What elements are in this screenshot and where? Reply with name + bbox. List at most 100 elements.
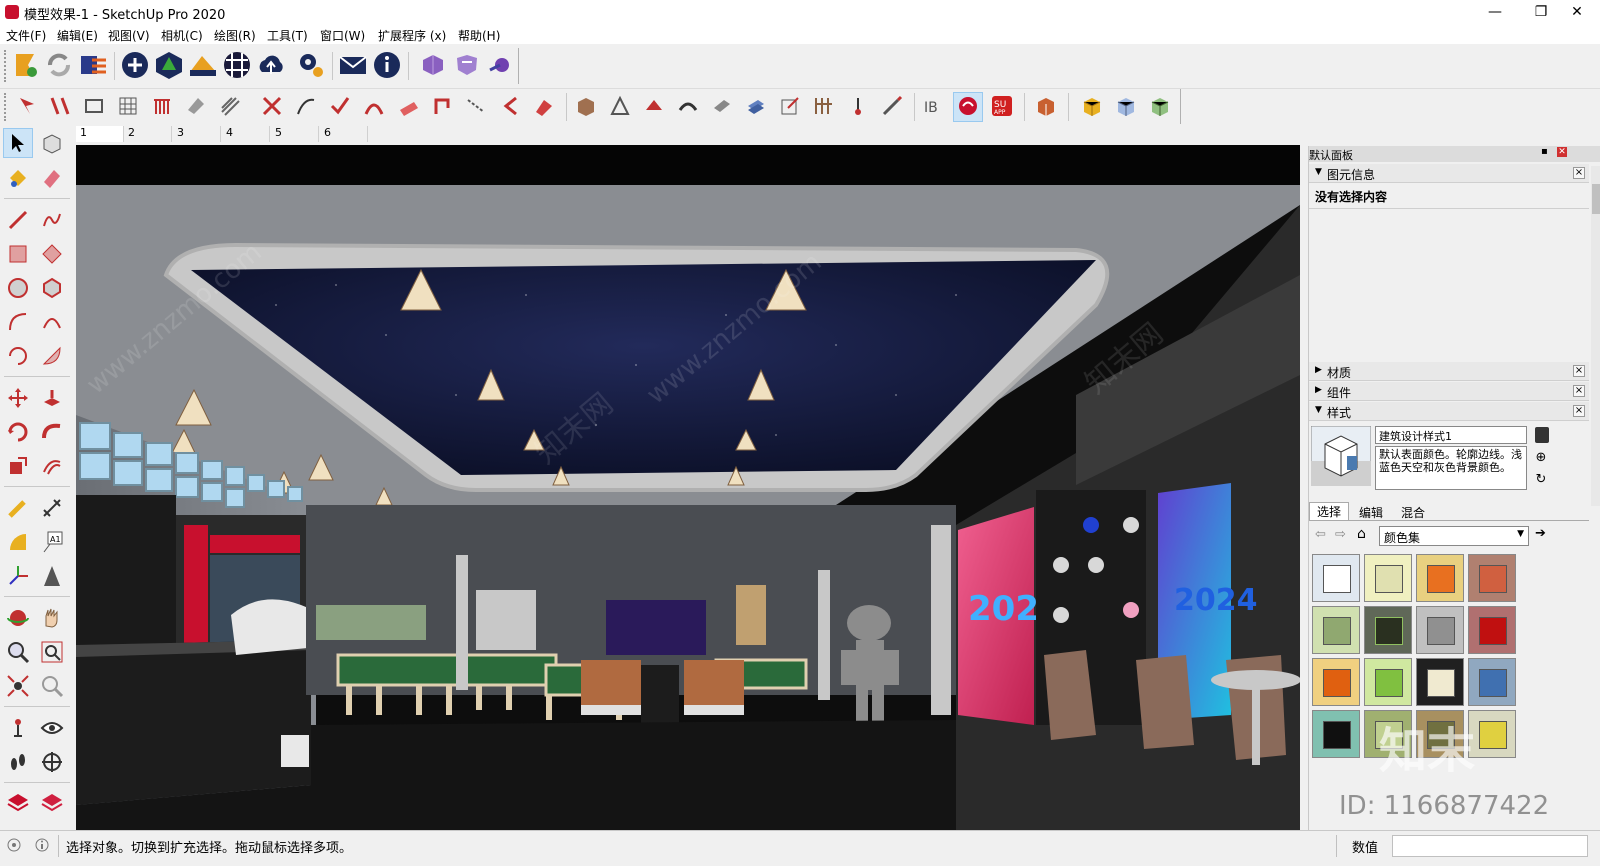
polygon-icon[interactable] bbox=[40, 276, 64, 300]
select-arrow-icon[interactable] bbox=[6, 131, 30, 155]
flip-icon[interactable] bbox=[48, 94, 72, 118]
scene-tab[interactable]: 5 bbox=[271, 126, 319, 142]
two-point-arc-icon[interactable] bbox=[40, 310, 64, 334]
style-swatch[interactable] bbox=[1416, 606, 1464, 654]
menu-draw[interactable]: 绘图(R) bbox=[214, 27, 256, 44]
style-swatch[interactable] bbox=[1468, 710, 1516, 758]
style-swatch[interactable] bbox=[1312, 658, 1360, 706]
transform-icon[interactable] bbox=[778, 94, 802, 118]
pyramid-icon[interactable] bbox=[608, 94, 632, 118]
tape-measure-icon[interactable] bbox=[6, 496, 30, 520]
geo-location-icon[interactable] bbox=[6, 837, 22, 853]
louver-icon[interactable] bbox=[150, 94, 174, 118]
model-viewport[interactable]: 2023 2024 www.znzmo.com www.znzmo.com 知末… bbox=[76, 145, 1300, 830]
add-location-icon[interactable] bbox=[120, 50, 150, 80]
style-swatch[interactable] bbox=[1312, 554, 1360, 602]
extrude-icon[interactable] bbox=[532, 94, 556, 118]
close-section-button[interactable]: × bbox=[1573, 167, 1585, 179]
materials-header[interactable]: ▶ 材质 × bbox=[1309, 362, 1589, 381]
back-arrow-icon[interactable]: ⇦ bbox=[1315, 527, 1326, 542]
toolbar-grip[interactable] bbox=[4, 93, 9, 121]
grid-icon[interactable] bbox=[116, 94, 140, 118]
eraser-icon[interactable] bbox=[40, 166, 64, 190]
close-section-button[interactable]: × bbox=[1573, 385, 1585, 397]
refresh-style-icon[interactable]: ↻ bbox=[1533, 472, 1549, 488]
tray-close-button[interactable]: ✕ bbox=[1557, 147, 1567, 157]
style-swatch[interactable] bbox=[1416, 710, 1464, 758]
su-app-icon[interactable]: SUAPP bbox=[990, 94, 1014, 118]
scene-tab[interactable]: 4 bbox=[222, 126, 270, 142]
pencil-tool-icon[interactable] bbox=[880, 94, 904, 118]
offset-icon[interactable] bbox=[40, 454, 64, 478]
freehand-icon[interactable] bbox=[40, 208, 64, 232]
previous-view-icon[interactable] bbox=[40, 674, 64, 698]
look-around-eye-icon[interactable] bbox=[40, 716, 64, 740]
arc-icon[interactable] bbox=[6, 310, 30, 334]
solid-inspector-icon[interactable] bbox=[452, 50, 482, 80]
extension-store-icon[interactable] bbox=[40, 790, 64, 814]
walk-footprints-icon[interactable] bbox=[6, 750, 30, 774]
menu-view[interactable]: 视图(V) bbox=[108, 27, 150, 44]
line-pencil-icon[interactable] bbox=[6, 208, 30, 232]
make-component-icon[interactable] bbox=[40, 131, 64, 155]
menu-tools[interactable]: 工具(T) bbox=[267, 27, 308, 44]
collection-dropdown[interactable]: 颜色集 ▼ bbox=[1379, 526, 1529, 546]
slab-icon[interactable] bbox=[710, 94, 734, 118]
box-frame-icon[interactable] bbox=[82, 94, 106, 118]
bend-icon[interactable] bbox=[498, 94, 522, 118]
style-swatch[interactable] bbox=[1364, 710, 1412, 758]
style-swatch[interactable] bbox=[1468, 554, 1516, 602]
style-swatch[interactable] bbox=[1364, 606, 1412, 654]
circle-icon[interactable] bbox=[6, 276, 30, 300]
measurements-input[interactable] bbox=[1392, 835, 1588, 857]
tray-scrollbar[interactable] bbox=[1591, 166, 1600, 506]
cube-green-icon[interactable] bbox=[1148, 94, 1172, 118]
follow-me-icon[interactable] bbox=[430, 94, 454, 118]
curve-icon[interactable] bbox=[362, 94, 386, 118]
text-label-icon[interactable]: A1 bbox=[40, 530, 64, 554]
zoom-extents-icon[interactable] bbox=[6, 674, 30, 698]
menu-camera[interactable]: 相机(C) bbox=[161, 27, 203, 44]
check-line-icon[interactable] bbox=[328, 94, 352, 118]
follow-path-icon[interactable] bbox=[40, 420, 64, 444]
solid-tools-icon[interactable] bbox=[418, 50, 448, 80]
share-model-icon[interactable] bbox=[256, 50, 286, 80]
rotate-icon[interactable] bbox=[6, 420, 30, 444]
style-name-field[interactable]: 建筑设计样式1 bbox=[1375, 426, 1527, 444]
three-point-arc-icon[interactable] bbox=[6, 344, 30, 368]
scrollbar-thumb[interactable] bbox=[1592, 184, 1600, 214]
solid-shell-icon[interactable] bbox=[486, 50, 516, 80]
tab-edit[interactable]: 编辑 bbox=[1351, 504, 1391, 521]
menu-extensions[interactable]: 扩展程序 (x) bbox=[378, 27, 446, 44]
3d-text-tool-icon[interactable] bbox=[40, 564, 64, 588]
scene-tab[interactable]: 3 bbox=[173, 126, 221, 142]
forward-arrow-icon[interactable]: ⇨ bbox=[1335, 527, 1346, 542]
arch-icon[interactable] bbox=[676, 94, 700, 118]
minimize-button[interactable]: — bbox=[1472, 0, 1518, 24]
components-header[interactable]: ▶ 组件 × bbox=[1309, 382, 1589, 401]
3d-text-icon[interactable]: IB bbox=[922, 94, 946, 118]
cube-yellow-icon[interactable] bbox=[1080, 94, 1104, 118]
tab-mix[interactable]: 混合 bbox=[1393, 504, 1433, 521]
position-camera-icon[interactable] bbox=[6, 716, 30, 740]
path-icon[interactable] bbox=[464, 94, 488, 118]
scene-tab[interactable]: 1 bbox=[76, 126, 124, 142]
box-icon[interactable] bbox=[574, 94, 598, 118]
menu-edit[interactable]: 编辑(E) bbox=[57, 27, 98, 44]
create-style-icon[interactable] bbox=[1535, 427, 1549, 443]
scene-tab[interactable]: 2 bbox=[124, 126, 172, 142]
menu-help[interactable]: 帮助(H) bbox=[458, 27, 500, 44]
arc-line-icon[interactable] bbox=[294, 94, 318, 118]
menu-window[interactable]: 窗口(W) bbox=[320, 27, 365, 44]
protractor-icon[interactable] bbox=[6, 530, 30, 554]
tab-select[interactable]: 选择 bbox=[1309, 502, 1349, 520]
orbit-icon[interactable] bbox=[6, 606, 30, 630]
render-engine-icon[interactable] bbox=[956, 94, 980, 118]
pan-hand-icon[interactable] bbox=[40, 606, 64, 630]
style-swatch[interactable] bbox=[1312, 606, 1360, 654]
style-description[interactable]: 默认表面颜色。轮廓边线。浅蓝色天空和灰色背景颜色。 bbox=[1375, 446, 1527, 490]
push-pull-plugin-icon[interactable] bbox=[14, 94, 38, 118]
styles-header[interactable]: ▼ 样式 × bbox=[1309, 402, 1589, 421]
cube-blue-icon[interactable] bbox=[1114, 94, 1138, 118]
push-pull-icon[interactable] bbox=[40, 386, 64, 410]
